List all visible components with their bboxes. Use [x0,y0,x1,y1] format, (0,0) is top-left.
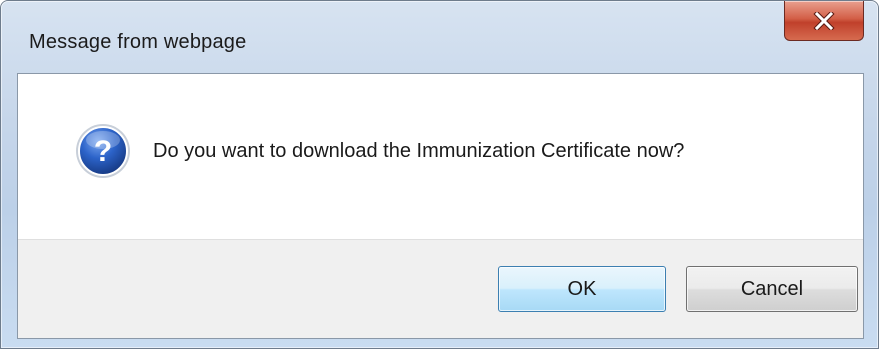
message-dialog: Message from webpage ? Do you want to do… [0,0,879,349]
button-bar: OK Cancel [18,239,863,338]
close-button[interactable] [784,1,864,41]
message-text: Do you want to download the Immunization… [153,140,685,162]
close-icon [813,11,835,30]
dialog-titlebar[interactable]: Message from webpage [1,1,878,73]
dialog-body: ? Do you want to download the Immunizati… [17,73,864,339]
dialog-title: Message from webpage [29,31,247,53]
svg-text:?: ? [94,135,112,168]
question-icon: ? [75,123,131,179]
message-area: ? Do you want to download the Immunizati… [18,74,863,240]
ok-button[interactable]: OK [498,266,666,312]
cancel-button[interactable]: Cancel [686,266,858,312]
